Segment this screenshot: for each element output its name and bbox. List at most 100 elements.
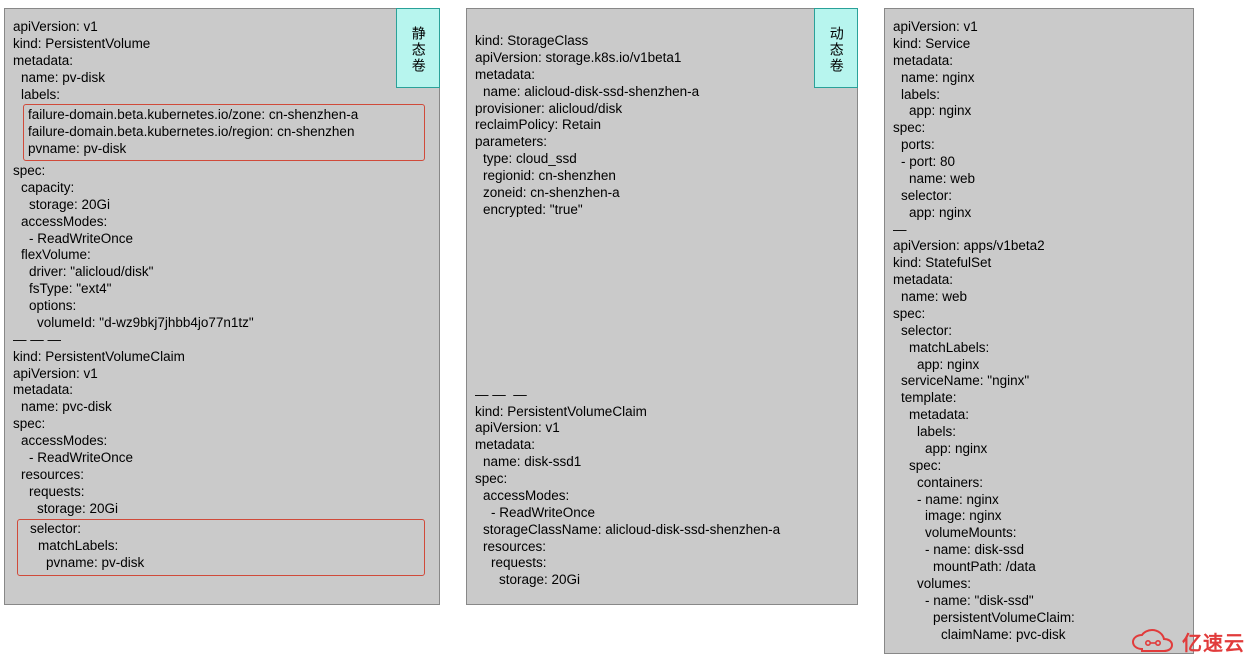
yaml-line: metadata: bbox=[13, 382, 429, 399]
yaml-line: containers: bbox=[893, 475, 1183, 492]
service-statefulset-panel: apiVersion: v1 kind: Service metadata: n… bbox=[884, 8, 1194, 654]
yaml-line: kind: PersistentVolumeClaim bbox=[475, 404, 847, 421]
yaml-line: reclaimPolicy: Retain bbox=[475, 117, 847, 134]
yaml-line: capacity: bbox=[13, 180, 429, 197]
yaml-line: app: nginx bbox=[893, 103, 1183, 120]
yaml-line: spec: bbox=[893, 120, 1183, 137]
yaml-line: image: nginx bbox=[893, 508, 1183, 525]
yaml-separator: — bbox=[893, 222, 1183, 239]
yaml-line: app: nginx bbox=[893, 441, 1183, 458]
yaml-line: pvname: pv-disk bbox=[28, 141, 420, 158]
yaml-line: spec: bbox=[475, 471, 847, 488]
static-volume-panel: 静态卷 apiVersion: v1 kind: PersistentVolum… bbox=[4, 8, 440, 605]
yaml-separator: — — — bbox=[475, 387, 847, 404]
selector-highlight-box: selector: matchLabels: pvname: pv-disk bbox=[17, 519, 425, 576]
yaml-line: volumeId: "d-wz9bkj7jhbb4jo77n1tz" bbox=[13, 315, 429, 332]
dynamic-badge: 动态卷 bbox=[814, 8, 858, 88]
yaml-line: volumeMounts: bbox=[893, 525, 1183, 542]
yaml-line: matchLabels: bbox=[893, 340, 1183, 357]
watermark-text: 亿速云 bbox=[1182, 627, 1245, 656]
static-badge: 静态卷 bbox=[396, 8, 440, 88]
watermark: 亿速云 bbox=[1130, 627, 1245, 656]
yaml-line: spec: bbox=[893, 306, 1183, 323]
yaml-line: metadata: bbox=[475, 67, 847, 84]
yaml-line: apiVersion: storage.k8s.io/v1beta1 bbox=[475, 50, 847, 67]
yaml-line: resources: bbox=[475, 539, 847, 556]
yaml-line: labels: bbox=[893, 87, 1183, 104]
yaml-line: accessModes: bbox=[475, 488, 847, 505]
yaml-line: name: web bbox=[893, 171, 1183, 188]
yaml-line: - name: disk-ssd bbox=[893, 542, 1183, 559]
yaml-line: accessModes: bbox=[13, 433, 429, 450]
cloud-logo-icon bbox=[1130, 629, 1176, 655]
yaml-separator: — — — bbox=[13, 332, 429, 349]
yaml-line: type: cloud_ssd bbox=[475, 151, 847, 168]
yaml-line: ports: bbox=[893, 137, 1183, 154]
yaml-line: template: bbox=[893, 390, 1183, 407]
yaml-line: kind: Service bbox=[893, 36, 1183, 53]
yaml-line: metadata: bbox=[893, 407, 1183, 424]
yaml-line: failure-domain.beta.kubernetes.io/zone: … bbox=[28, 107, 420, 124]
yaml-line: failure-domain.beta.kubernetes.io/region… bbox=[28, 124, 420, 141]
yaml-line: - name: "disk-ssd" bbox=[893, 593, 1183, 610]
yaml-line: options: bbox=[13, 298, 429, 315]
yaml-line: parameters: bbox=[475, 134, 847, 151]
yaml-line: name: disk-ssd1 bbox=[475, 454, 847, 471]
yaml-line: name: alicloud-disk-ssd-shenzhen-a bbox=[475, 84, 847, 101]
yaml-line: storage: 20Gi bbox=[13, 197, 429, 214]
yaml-line: app: nginx bbox=[893, 357, 1183, 374]
yaml-line: metadata: bbox=[13, 53, 429, 70]
yaml-line: apiVersion: v1 bbox=[893, 19, 1183, 36]
yaml-line: selector: bbox=[893, 323, 1183, 340]
yaml-line: selector: bbox=[22, 521, 420, 538]
yaml-line: - ReadWriteOnce bbox=[13, 450, 429, 467]
yaml-line: storage: 20Gi bbox=[13, 501, 429, 518]
yaml-line: matchLabels: bbox=[22, 538, 420, 555]
yaml-line: name: nginx bbox=[893, 70, 1183, 87]
yaml-line: flexVolume: bbox=[13, 247, 429, 264]
yaml-line: mountPath: /data bbox=[893, 559, 1183, 576]
yaml-line: accessModes: bbox=[13, 214, 429, 231]
yaml-line: zoneid: cn-shenzhen-a bbox=[475, 185, 847, 202]
yaml-line: selector: bbox=[893, 188, 1183, 205]
yaml-line: persistentVolumeClaim: bbox=[893, 610, 1183, 627]
yaml-line: labels: bbox=[13, 87, 429, 104]
yaml-line: - ReadWriteOnce bbox=[475, 505, 847, 522]
yaml-line: fsType: "ext4" bbox=[13, 281, 429, 298]
yaml-line: - name: nginx bbox=[893, 492, 1183, 509]
yaml-line: volumes: bbox=[893, 576, 1183, 593]
yaml-line: kind: StorageClass bbox=[475, 33, 847, 50]
yaml-line: storage: 20Gi bbox=[475, 572, 847, 589]
yaml-line: - ReadWriteOnce bbox=[13, 231, 429, 248]
yaml-line: apiVersion: v1 bbox=[475, 420, 847, 437]
yaml-line: resources: bbox=[13, 467, 429, 484]
yaml-line: name: web bbox=[893, 289, 1183, 306]
yaml-line: spec: bbox=[13, 416, 429, 433]
yaml-line: storageClassName: alicloud-disk-ssd-shen… bbox=[475, 522, 847, 539]
yaml-line: kind: StatefulSet bbox=[893, 255, 1183, 272]
yaml-line: kind: PersistentVolumeClaim bbox=[13, 349, 429, 366]
yaml-line: spec: bbox=[893, 458, 1183, 475]
labels-highlight-box: failure-domain.beta.kubernetes.io/zone: … bbox=[23, 104, 425, 161]
yaml-line: metadata: bbox=[475, 437, 847, 454]
yaml-line: - port: 80 bbox=[893, 154, 1183, 171]
yaml-line: pvname: pv-disk bbox=[22, 555, 420, 572]
yaml-line: kind: PersistentVolume bbox=[13, 36, 429, 53]
yaml-line: provisioner: alicloud/disk bbox=[475, 101, 847, 118]
yaml-line: labels: bbox=[893, 424, 1183, 441]
yaml-line: serviceName: "nginx" bbox=[893, 373, 1183, 390]
yaml-line: name: pv-disk bbox=[13, 70, 429, 87]
yaml-line: requests: bbox=[475, 555, 847, 572]
yaml-line: spec: bbox=[13, 163, 429, 180]
yaml-line: apiVersion: v1 bbox=[13, 19, 429, 36]
yaml-line: encrypted: "true" bbox=[475, 202, 847, 219]
yaml-line: regionid: cn-shenzhen bbox=[475, 168, 847, 185]
yaml-line: metadata: bbox=[893, 53, 1183, 70]
yaml-line: app: nginx bbox=[893, 205, 1183, 222]
yaml-line: metadata: bbox=[893, 272, 1183, 289]
yaml-line: requests: bbox=[13, 484, 429, 501]
dynamic-volume-panel: 动态卷 kind: StorageClass apiVersion: stora… bbox=[466, 8, 858, 605]
yaml-line: apiVersion: apps/v1beta2 bbox=[893, 238, 1183, 255]
yaml-line: name: pvc-disk bbox=[13, 399, 429, 416]
yaml-line: apiVersion: v1 bbox=[13, 366, 429, 383]
